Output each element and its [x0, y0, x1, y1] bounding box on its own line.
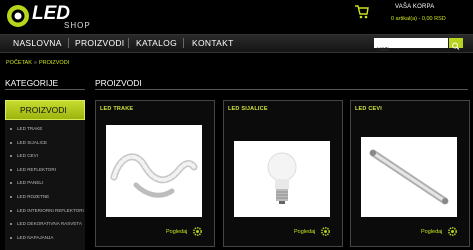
- category-label: LED PANELI: [17, 180, 44, 186]
- nav-item-naslovna[interactable]: NASLOVNA: [13, 38, 62, 48]
- product-title[interactable]: LED SIJALICE: [228, 106, 268, 112]
- led-shop-logo[interactable]: LED SHOP: [6, 2, 106, 32]
- sidebar-active-label: PROIZVODI: [20, 105, 67, 115]
- product-title[interactable]: LED CEVI: [355, 106, 382, 112]
- view-link[interactable]: Pogledaj: [166, 229, 187, 235]
- category-item[interactable]: LED INTERIORNI REFLEKTORI: [5, 206, 85, 220]
- category-sidebar: PROIZVODI LED TRAKE LED SIJALICE LED CEV…: [5, 100, 85, 250]
- products-divider: [95, 89, 468, 90]
- category-label: LED INTERIORNI REFLEKTORI: [17, 207, 84, 213]
- bullet-icon: [10, 141, 12, 144]
- categories-divider: [5, 89, 85, 90]
- category-label: LED CEVI: [17, 153, 38, 159]
- bullet-icon: [10, 223, 12, 226]
- nav-item-kontakt[interactable]: KONTAKT: [192, 38, 234, 48]
- breadcrumb-separator: »: [33, 60, 37, 66]
- bullet-icon: [10, 168, 12, 171]
- bullet-icon: [10, 182, 12, 185]
- category-item[interactable]: LED TRAKE: [5, 124, 85, 138]
- categories-heading: KATEGORIJE: [5, 78, 59, 88]
- sidebar-active-category[interactable]: PROIZVODI: [5, 100, 85, 120]
- cart-widget[interactable]: VAŠA KORPA 0 artikal(a) - 0,00 RSD: [355, 3, 473, 31]
- category-label: LED REFLEKTORI: [17, 166, 56, 172]
- led-strip-image[interactable]: [106, 125, 202, 217]
- category-item[interactable]: LED DEKORATIVNA RASVETA: [5, 219, 85, 233]
- gear-icon[interactable]: [192, 226, 203, 237]
- bullet-icon: [10, 128, 12, 130]
- breadcrumb: POČETAK» PROIZVODI: [6, 60, 69, 66]
- category-item[interactable]: LED NAPAJANJA: [5, 233, 85, 247]
- led-tube-icon: [369, 149, 449, 205]
- led-bulb-image[interactable]: [234, 141, 330, 217]
- breadcrumb-home[interactable]: POČETAK: [6, 60, 32, 66]
- led-bulb-icon: [267, 152, 297, 204]
- search-input[interactable]: [374, 45, 436, 55]
- category-label: LED DEKORATIVNA RASVETA: [17, 221, 82, 227]
- category-item[interactable]: LED PANELI: [5, 178, 85, 192]
- product-card[interactable]: LED SIJALICE Pogledaj: [223, 100, 343, 247]
- search-button[interactable]: [449, 38, 463, 50]
- category-item[interactable]: LED SIJALICE: [5, 138, 85, 152]
- breadcrumb-current: PROIZVODI: [38, 60, 70, 66]
- main-nav: NASLOVNA PROIZVODI KATALOG KONTAKT: [0, 34, 473, 55]
- category-label: LED NAPAJANJA: [17, 234, 54, 240]
- product-card[interactable]: LED CEVI Pogledaj: [350, 100, 470, 247]
- bullet-icon: [10, 195, 12, 198]
- nav-item-proizvodi[interactable]: PROIZVODI: [75, 38, 124, 48]
- nav-item-katalog[interactable]: KATALOG: [136, 38, 177, 48]
- led-strip-icon: [110, 153, 198, 198]
- category-item[interactable]: LED ROZETNE: [5, 192, 85, 206]
- nav-separator: [128, 38, 129, 48]
- gear-icon[interactable]: [447, 226, 458, 237]
- category-list: LED TRAKE LED SIJALICE LED CEVI LED REFL…: [5, 124, 85, 246]
- bullet-icon: [10, 209, 12, 212]
- nav-separator: [183, 38, 184, 48]
- gear-icon[interactable]: [320, 226, 331, 237]
- bullet-icon: [10, 155, 12, 158]
- svg-text:SHOP: SHOP: [64, 21, 91, 30]
- search-box: [374, 38, 448, 55]
- search-icon: [452, 42, 460, 50]
- category-label: LED SIJALICE: [17, 139, 48, 145]
- cart-title: VAŠA KORPA: [395, 4, 435, 10]
- product-title[interactable]: LED TRAKE: [100, 106, 133, 112]
- cart-status[interactable]: 0 artikal(a) - 0,00 RSD: [391, 16, 446, 22]
- view-link[interactable]: Pogledaj: [294, 229, 315, 235]
- led-tube-image[interactable]: [361, 137, 457, 217]
- product-card[interactable]: LED TRAKE Pogledaj: [95, 100, 215, 247]
- category-label: LED ROZETNE: [17, 193, 50, 199]
- cart-icon[interactable]: [355, 5, 369, 19]
- category-item[interactable]: LED CEVI: [5, 151, 85, 165]
- view-link[interactable]: Pogledaj: [421, 229, 442, 235]
- top-bar: LED SHOP VAŠA KORPA 0 artikal(a) - 0,00 …: [0, 0, 473, 34]
- nav-separator: [68, 38, 69, 48]
- category-item[interactable]: LED REFLEKTORI: [5, 165, 85, 179]
- category-label: LED TRAKE: [17, 126, 43, 131]
- products-heading: PROIZVODI: [95, 78, 142, 88]
- bullet-icon: [10, 236, 12, 239]
